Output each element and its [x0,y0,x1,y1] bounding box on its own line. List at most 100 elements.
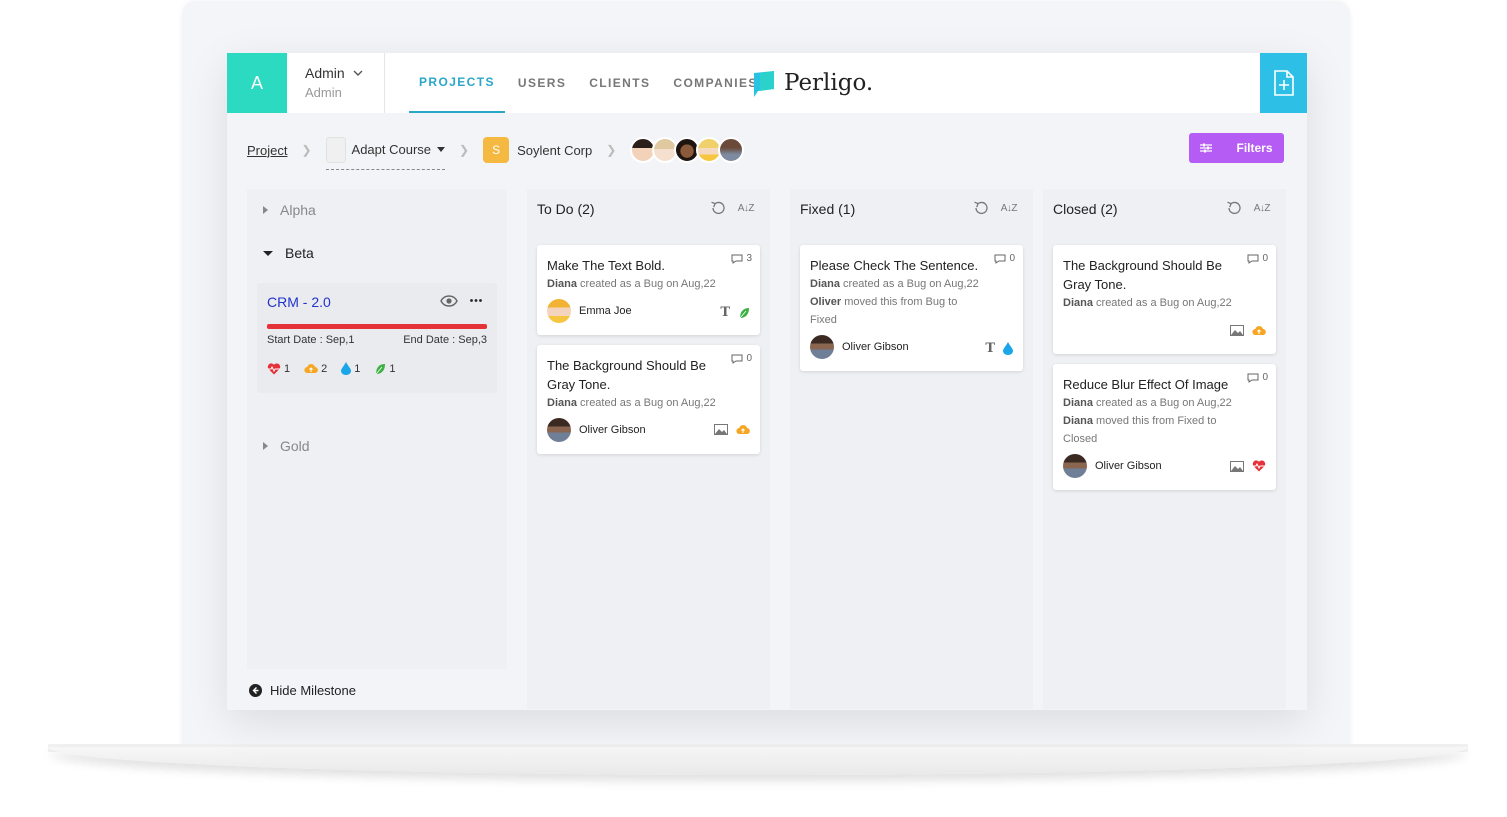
arrow-left-circle-icon [249,684,262,697]
task-card[interactable]: Reduce Blur Effect Of Image 0 Diana crea… [1053,364,1276,490]
assignee[interactable]: Emma Joe [547,299,632,323]
card-activity: Diana created as a Bug on Aug,22 [547,397,716,409]
comment-count-value: 0 [1262,372,1268,383]
activity-user: Oliver [810,296,842,308]
milestone-panel: Alpha Beta CRM - 2.0 Start Date : Sep,1 … [247,189,507,669]
stat-medium: 1 [341,362,360,375]
card-activity: Diana created as a Bug on Aug,22 [1063,397,1232,409]
breadcrumb-project[interactable]: Project [247,143,287,158]
assignee[interactable]: Oliver Gibson [810,335,909,359]
comment-icon [1247,254,1259,264]
assignee[interactable]: Oliver Gibson [1063,454,1162,478]
task-card[interactable]: Please Check The Sentence. 0 Diana creat… [800,245,1023,371]
refresh-icon[interactable] [973,201,989,215]
sliders-icon [1200,143,1213,153]
new-document-button[interactable] [1260,53,1307,113]
stat-count: 1 [284,362,291,375]
milestone-title[interactable]: CRM - 2.0 [267,294,331,310]
filters-label: Filters [1236,141,1273,155]
card-activity: Diana created as a Bug on Aug,22 [810,278,979,290]
logo-icon [754,71,774,97]
breadcrumb: Project ❯ Adapt Course ❯ S Soylent Corp … [247,133,745,170]
image-icon [1230,460,1244,472]
text-format-icon: T [720,305,730,320]
avatar[interactable] [718,137,745,163]
client-name[interactable]: Soylent Corp [517,143,592,158]
column-title: Closed (2) [1053,201,1118,217]
milestone-group-beta[interactable]: Beta [263,245,314,261]
milestone-group-alpha[interactable]: Alpha [263,202,316,218]
eye-icon[interactable] [440,295,458,307]
laptop-base [48,747,1468,775]
card-activity: Diana created as a Bug on Aug,22 [547,278,716,290]
nav-tab-users[interactable]: USERS [508,53,576,113]
activity-user: Diana [1063,397,1093,409]
card-icons [1230,460,1266,472]
heart-pulse-icon [267,362,281,374]
task-card[interactable]: The Background Should Be Gray Tone. 0 Di… [537,345,760,454]
column-controls: A↓Z [1226,201,1271,215]
activity-text: Fixed [810,314,837,326]
sort-az-button[interactable]: A↓Z [1001,203,1018,214]
activity-user: Diana [547,278,577,290]
card-icons [1230,325,1266,336]
user-role: Admin [305,85,342,100]
card-title: The Background Should Be Gray Tone. [1063,258,1222,292]
activity-text: moved this from Bug to [841,296,958,308]
filters-button[interactable]: Filters [1189,133,1284,163]
hide-milestone-button[interactable]: Hide Milestone [249,683,356,698]
column-todo: To Do (2) A↓Z Make The Text Bold. 3 Dian… [527,189,770,709]
heart-pulse-icon [1252,460,1266,472]
activity-user: Diana [1063,415,1093,427]
stat-high: 2 [304,362,327,375]
milestone-group-label: Gold [280,438,310,454]
chevron-right-icon: ❯ [301,143,312,157]
activity-text: created as a Bug on Aug,22 [576,278,716,290]
task-card[interactable]: The Background Should Be Gray Tone. 0 Di… [1053,245,1276,354]
comment-count[interactable]: 0 [1247,372,1268,383]
task-card[interactable]: Make The Text Bold. 3 Diana created as a… [537,245,760,335]
nav-tab-clients[interactable]: CLIENTS [579,53,660,113]
card-title: Make The Text Bold. [547,258,666,273]
card-title: Reduce Blur Effect Of Image [1063,377,1229,392]
more-icon[interactable] [470,299,482,302]
app-screen: A Admin Admin PROJECTS USERS CLIENTS COM… [227,53,1307,710]
assignee-name: Oliver Gibson [842,341,909,353]
comment-count[interactable]: 0 [1247,253,1268,264]
stat-count: 1 [354,362,361,375]
comment-count[interactable]: 0 [731,353,752,364]
cloud-upload-icon [1252,326,1266,336]
comment-count[interactable]: 0 [994,253,1015,264]
image-icon [1230,325,1244,336]
activity-user: Diana [547,397,577,409]
chevron-down-icon [353,70,363,76]
card-activity: Closed [1063,433,1097,445]
user-menu[interactable]: Admin Admin [305,65,363,100]
activity-text: created as a Bug on Aug,22 [1092,297,1232,309]
chevron-right-icon: ❯ [459,143,470,157]
comment-count[interactable]: 3 [731,253,752,264]
assignee-name: Oliver Gibson [579,424,646,436]
column-controls: A↓Z [973,201,1018,215]
brand-name: Perligo. [784,70,874,96]
user-avatar[interactable]: A [227,53,287,113]
milestone-card[interactable]: CRM - 2.0 Start Date : Sep,1 End Date : … [257,283,497,393]
chevron-right-icon: ❯ [606,143,617,157]
refresh-icon[interactable] [1226,201,1242,215]
activity-text: moved this from Fixed to [1092,415,1217,427]
milestone-group-gold[interactable]: Gold [263,438,310,454]
assignee-name: Emma Joe [579,305,632,317]
course-selector[interactable]: Adapt Course [325,136,446,170]
avatar [547,418,571,442]
sort-az-button[interactable]: A↓Z [1254,203,1271,214]
nav-tab-projects[interactable]: PROJECTS [409,53,505,113]
card-activity: Oliver moved this from Bug to [810,296,957,308]
team-avatars[interactable] [630,137,745,163]
activity-text: created as a Bug on Aug,22 [839,278,979,290]
main-nav: PROJECTS USERS CLIENTS COMPANIES [409,53,771,113]
sort-az-button[interactable]: A↓Z [738,203,755,214]
refresh-icon[interactable] [710,201,726,215]
card-activity: Diana created as a Bug on Aug,22 [1063,297,1232,309]
assignee[interactable]: Oliver Gibson [547,418,646,442]
milestone-start-date: Start Date : Sep,1 [267,334,355,346]
